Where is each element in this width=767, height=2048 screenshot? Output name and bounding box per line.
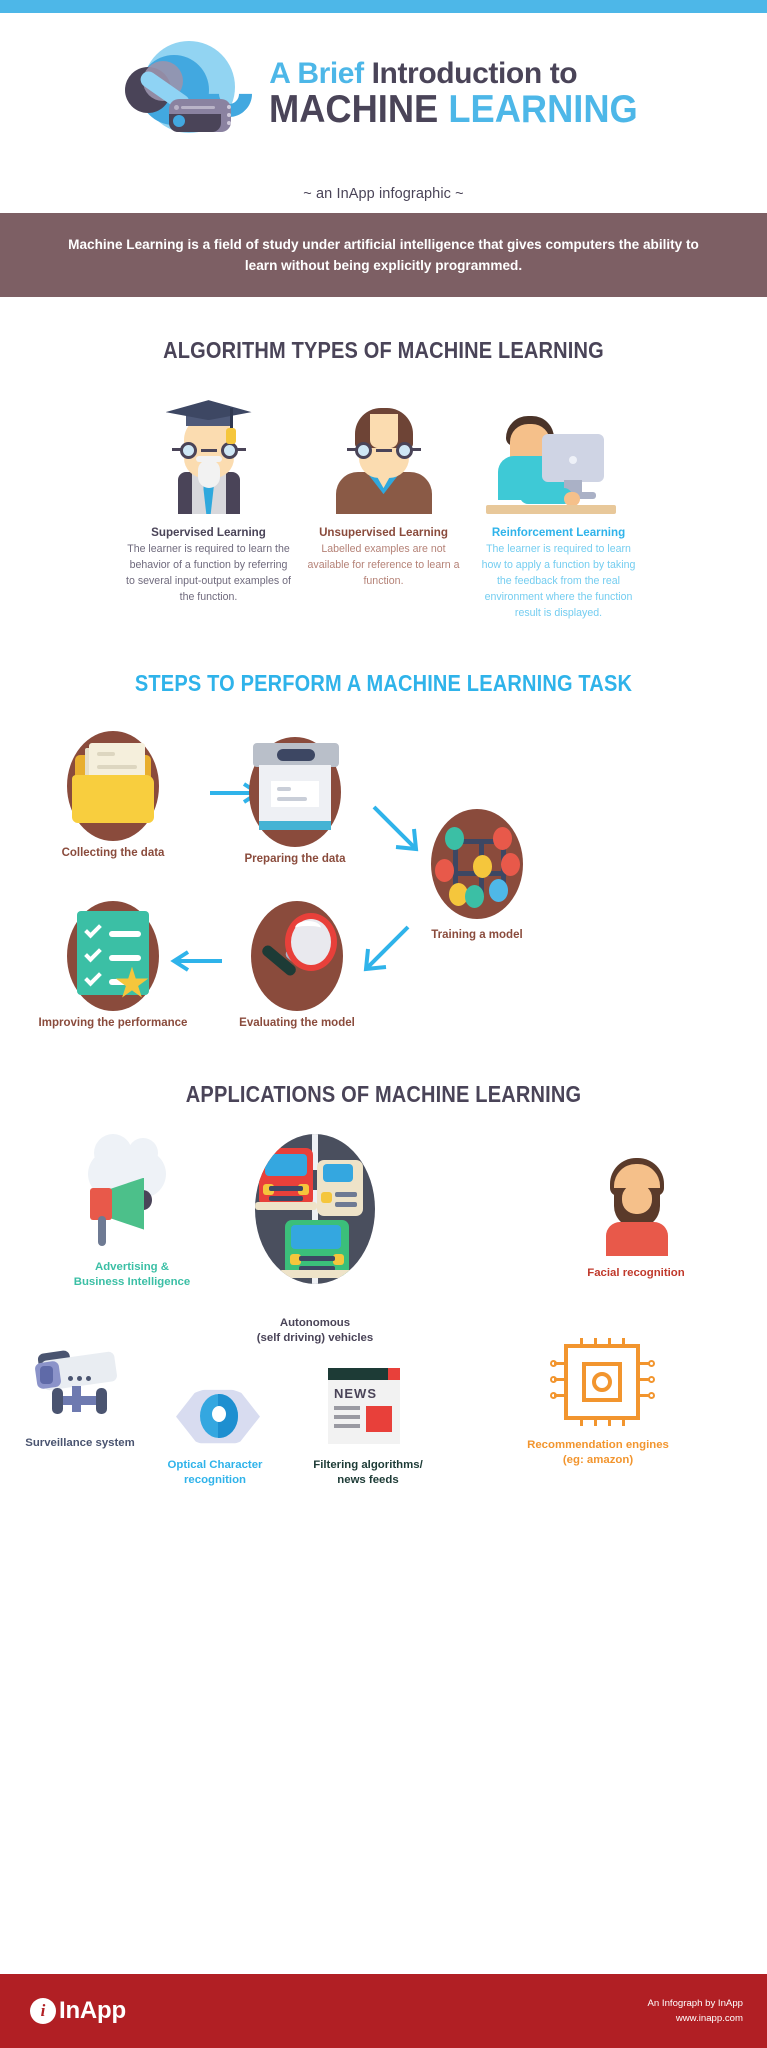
hero-row: A Brief Introduction to MACHINE LEARNING <box>0 13 767 156</box>
steps-section: STEPS TO PERFORM A MACHINE LEARNING TASK… <box>0 622 767 1051</box>
bearded-face-icon <box>556 1157 716 1266</box>
step-label: Collecting the data <box>61 846 165 859</box>
hero-subtitle: ~ an InApp infographic ~ <box>303 186 464 202</box>
application-advertising-bi: Advertising & Business Intelligence <box>52 1133 212 1291</box>
step-collecting-the-data: Collecting the data <box>28 730 198 859</box>
application-surveillance-system: Surveillance system <box>0 1340 160 1451</box>
algorithm-card-unsupervised: Unsupervised Learning Labelled examples … <box>296 394 471 621</box>
step-label: Preparing the data <box>244 852 346 865</box>
algorithm-section-heading: ALGORITHM TYPES OF MACHINE LEARNING <box>163 337 604 364</box>
algorithm-card-supervised: Supervised Learning The learner is requi… <box>121 394 296 621</box>
algorithm-types-section: ALGORITHM TYPES OF MACHINE LEARNING Supe… <box>0 297 767 621</box>
footer-credit-line2[interactable]: www.inapp.com <box>648 2011 743 2026</box>
application-filtering-news-feeds: NEWS Filtering algorithms/ news feeds <box>288 1362 448 1489</box>
definition-text: Machine Learning is a field of study und… <box>68 237 699 274</box>
algorithm-description: The learner is required to learn the beh… <box>126 543 291 603</box>
hero-section: A Brief Introduction to MACHINE LEARNING… <box>0 13 767 213</box>
application-label: Autonomous (self driving) vehicles <box>256 1316 374 1344</box>
eye-scan-icon <box>140 1378 290 1458</box>
application-ocr: Optical Character recognition <box>140 1378 290 1489</box>
algorithm-title: Unsupervised Learning <box>319 526 448 540</box>
person-at-computer-icon <box>476 394 641 515</box>
inapp-logo-text: InApp <box>59 1997 126 2024</box>
step-evaluating-the-model: Evaluating the model <box>212 900 382 1029</box>
definition-banner: Machine Learning is a field of study und… <box>0 213 767 298</box>
application-label: Advertising & Business Intelligence <box>73 1260 191 1288</box>
self-driving-cars-icon <box>215 1133 415 1294</box>
steps-flow-diagram: Collecting the data Preparing the data T… <box>0 730 767 1051</box>
graduate-professor-icon <box>126 394 291 515</box>
application-label: Recommendation engines (eg: amazon) <box>527 1438 669 1466</box>
title-machine: MACHINE <box>269 87 449 131</box>
applications-section: APPLICATIONS OF MACHINE LEARNING Adverti… <box>0 1051 767 1537</box>
algorithm-description: Labelled examples are not available for … <box>307 543 460 587</box>
step-label: Improving the performance <box>38 1016 188 1029</box>
step-training-a-model: Training a model <box>392 808 562 941</box>
folder-documents-icon <box>67 730 159 841</box>
application-label: Surveillance system <box>25 1436 135 1449</box>
title-learning: LEARNING <box>448 87 638 131</box>
step-label: Evaluating the model <box>239 1016 355 1029</box>
algorithm-title: Supervised Learning <box>151 526 266 540</box>
footer-credit-line1: An Infograph by InApp <box>647 1997 743 2009</box>
step-preparing-the-data: Preparing the data <box>210 736 380 865</box>
algorithm-types-row: Supervised Learning The learner is requi… <box>0 394 767 621</box>
neural-network-nodes-icon <box>431 808 523 919</box>
inapp-logo-mark: i <box>30 1998 56 2024</box>
step-improving-the-performance: Improving the performance <box>28 900 198 1029</box>
algorithm-card-reinforcement: Reinforcement Learning The learner is re… <box>471 394 646 621</box>
page-title: A Brief Introduction to MACHINE LEARNING <box>269 58 666 128</box>
megaphone-cloud-icon <box>52 1133 212 1260</box>
steps-section-heading: STEPS TO PERFORM A MACHINE LEARNING TASK <box>134 669 633 696</box>
applications-row-two: Surveillance system Optical Character re… <box>0 1337 767 1537</box>
checklist-star-icon <box>67 900 159 1011</box>
algorithm-description: The learner is required to learn how to … <box>481 543 636 619</box>
machine-learning-robot-icon <box>111 31 262 156</box>
printer-scanner-icon <box>249 736 341 847</box>
application-facial-recognition: Facial recognition <box>556 1157 716 1281</box>
security-camera-icon <box>0 1340 160 1436</box>
footer-bar: i InApp An Infograph by InApp www.inapp.… <box>0 1974 767 2048</box>
title-rest-part: Introduction to <box>363 57 578 91</box>
step-label: Training a model <box>431 928 523 941</box>
top-accent-bar <box>0 0 767 13</box>
algorithm-title: Reinforcement Learning <box>491 526 626 540</box>
inapp-logo[interactable]: i InApp <box>30 1997 126 2025</box>
application-label: Optical Character recognition <box>167 1458 263 1486</box>
title-accent-part: A Brief <box>269 57 364 91</box>
application-recommendation-engines: Recommendation engines (eg: amazon) <box>448 1337 748 1469</box>
application-autonomous-vehicles: Autonomous (self driving) vehicles <box>215 1133 415 1347</box>
applications-section-heading: APPLICATIONS OF MACHINE LEARNING <box>185 1080 582 1107</box>
footer-credit: An Infograph by InApp www.inapp.com <box>648 1996 743 2027</box>
newspaper-icon: NEWS <box>288 1362 448 1458</box>
student-person-icon <box>301 394 466 515</box>
application-label: Filtering algorithms/ news feeds <box>313 1458 423 1486</box>
magnifying-glass-icon <box>251 900 343 1011</box>
application-label: Facial recognition <box>587 1266 685 1279</box>
circuit-chip-icon <box>448 1337 748 1438</box>
applications-row-one: Advertising & Business Intelligence Auto… <box>0 1133 767 1352</box>
